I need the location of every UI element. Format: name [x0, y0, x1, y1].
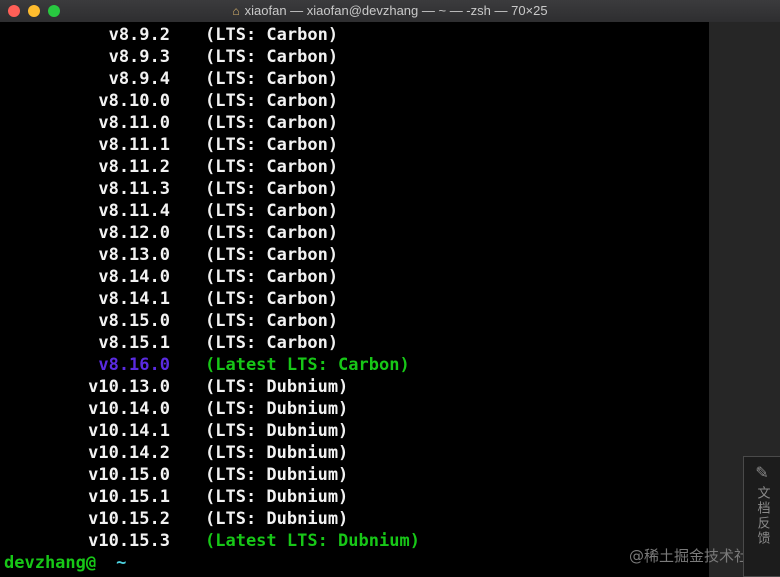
window-title: xiaofan — xiaofan@devzhang — ~ — -zsh — … [244, 3, 548, 18]
version-line: v8.11.0 (LTS: Carbon) [0, 112, 420, 134]
lts-label: (LTS: Dubnium) [205, 377, 349, 397]
version-number: v10.14.2 [88, 443, 170, 463]
version-line: v8.15.0 (LTS: Carbon) [0, 310, 420, 332]
version-line: v8.9.2 (LTS: Carbon) [0, 24, 420, 46]
version-number: v10.15.2 [88, 509, 170, 529]
lts-label: (LTS: Dubnium) [205, 465, 349, 485]
version-number: v8.11.1 [98, 135, 170, 155]
version-number: v8.15.0 [98, 311, 170, 331]
version-number: v8.11.0 [98, 113, 170, 133]
version-line: v8.11.3 (LTS: Carbon) [0, 178, 420, 200]
lts-label: (LTS: Carbon) [205, 245, 339, 265]
version-line: v8.11.2 (LTS: Carbon) [0, 156, 420, 178]
lts-label: (LTS: Carbon) [205, 179, 339, 199]
version-number: v8.10.0 [98, 91, 170, 111]
version-number: v8.13.0 [98, 245, 170, 265]
edit-icon: ✎ [755, 463, 769, 482]
version-line: v8.9.4 (LTS: Carbon) [0, 68, 420, 90]
version-line: v10.15.1 (LTS: Dubnium) [0, 486, 420, 508]
lts-label: (LTS: Dubnium) [205, 399, 349, 419]
version-number: v8.9.4 [108, 69, 170, 89]
version-line: v8.12.0 (LTS: Carbon) [0, 222, 420, 244]
window-title-area: ⌂ xiaofan — xiaofan@devzhang — ~ — -zsh —… [0, 3, 780, 18]
lts-label: (LTS: Carbon) [205, 69, 339, 89]
version-number: v8.11.3 [98, 179, 170, 199]
lts-label: (LTS: Carbon) [205, 267, 339, 287]
lts-label: (LTS: Dubnium) [205, 487, 349, 507]
shell-prompt[interactable]: devzhang@ ~ [4, 552, 126, 574]
version-number: v8.11.2 [98, 157, 170, 177]
version-line: v10.15.0 (LTS: Dubnium) [0, 464, 420, 486]
version-line: v10.15.3 (Latest LTS: Dubnium) [0, 530, 420, 552]
lts-label: (LTS: Carbon) [205, 223, 339, 243]
version-number: v8.14.0 [98, 267, 170, 287]
version-line: v8.15.1 (LTS: Carbon) [0, 332, 420, 354]
version-number: v8.9.2 [108, 25, 170, 45]
lts-label: (LTS: Carbon) [205, 157, 339, 177]
lts-label: (Latest LTS: Dubnium) [205, 531, 420, 551]
version-line: v8.11.1 (LTS: Carbon) [0, 134, 420, 156]
version-line: v8.16.0 (Latest LTS: Carbon) [0, 354, 420, 376]
version-number: v8.16.0 [98, 355, 170, 375]
version-number: v8.12.0 [98, 223, 170, 243]
lts-label: (LTS: Dubnium) [205, 421, 349, 441]
lts-label: (LTS: Dubnium) [205, 509, 349, 529]
terminal-output[interactable]: v8.9.2 (LTS: Carbon) v8.9.3 (LTS: Carbon) v8… [0, 22, 709, 577]
title-bar: ⌂ xiaofan — xiaofan@devzhang — ~ — -zsh —… [0, 0, 780, 23]
lts-label: (LTS: Dubnium) [205, 443, 349, 463]
lts-label: (LTS: Carbon) [205, 135, 339, 155]
prompt-user-host: devzhang@ [4, 553, 97, 573]
version-line: v8.14.0 (LTS: Carbon) [0, 266, 420, 288]
doc-feedback-tab[interactable]: ✎ 文档反馈 [743, 456, 780, 577]
version-line: v10.15.2 (LTS: Dubnium) [0, 508, 420, 530]
version-line: v8.9.3 (LTS: Carbon) [0, 46, 420, 68]
lts-label: (LTS: Carbon) [205, 289, 339, 309]
version-line: v10.13.0 (LTS: Dubnium) [0, 376, 420, 398]
version-number: v8.11.4 [98, 201, 170, 221]
lts-label: (LTS: Carbon) [205, 113, 339, 133]
version-number: v8.15.1 [98, 333, 170, 353]
version-number: v8.14.1 [98, 289, 170, 309]
version-number: v10.14.1 [88, 421, 170, 441]
version-line: v8.10.0 (LTS: Carbon) [0, 90, 420, 112]
version-number: v10.13.0 [88, 377, 170, 397]
doc-feedback-label: 文档反馈 [754, 486, 770, 546]
lts-label: (LTS: Carbon) [205, 333, 339, 353]
version-line: v10.14.1 (LTS: Dubnium) [0, 420, 420, 442]
lts-label: (LTS: Carbon) [205, 201, 339, 221]
version-number: v10.14.0 [88, 399, 170, 419]
lts-label: (LTS: Carbon) [205, 47, 339, 67]
version-number: v10.15.3 [88, 531, 170, 551]
version-line: v8.11.4 (LTS: Carbon) [0, 200, 420, 222]
version-list: v8.9.2 (LTS: Carbon) v8.9.3 (LTS: Carbon) v8… [0, 24, 420, 552]
version-line: v8.14.1 (LTS: Carbon) [0, 288, 420, 310]
version-number: v10.15.0 [88, 465, 170, 485]
lts-label: (Latest LTS: Carbon) [205, 355, 410, 375]
version-line: v8.13.0 (LTS: Carbon) [0, 244, 420, 266]
lts-label: (LTS: Carbon) [205, 25, 339, 45]
version-line: v10.14.0 (LTS: Dubnium) [0, 398, 420, 420]
prompt-cwd: ~ [116, 553, 127, 573]
lts-label: (LTS: Carbon) [205, 91, 339, 111]
version-number: v8.9.3 [108, 47, 170, 67]
home-icon: ⌂ [232, 4, 240, 18]
version-line: v10.14.2 (LTS: Dubnium) [0, 442, 420, 464]
lts-label: (LTS: Carbon) [205, 311, 339, 331]
version-number: v10.15.1 [88, 487, 170, 507]
